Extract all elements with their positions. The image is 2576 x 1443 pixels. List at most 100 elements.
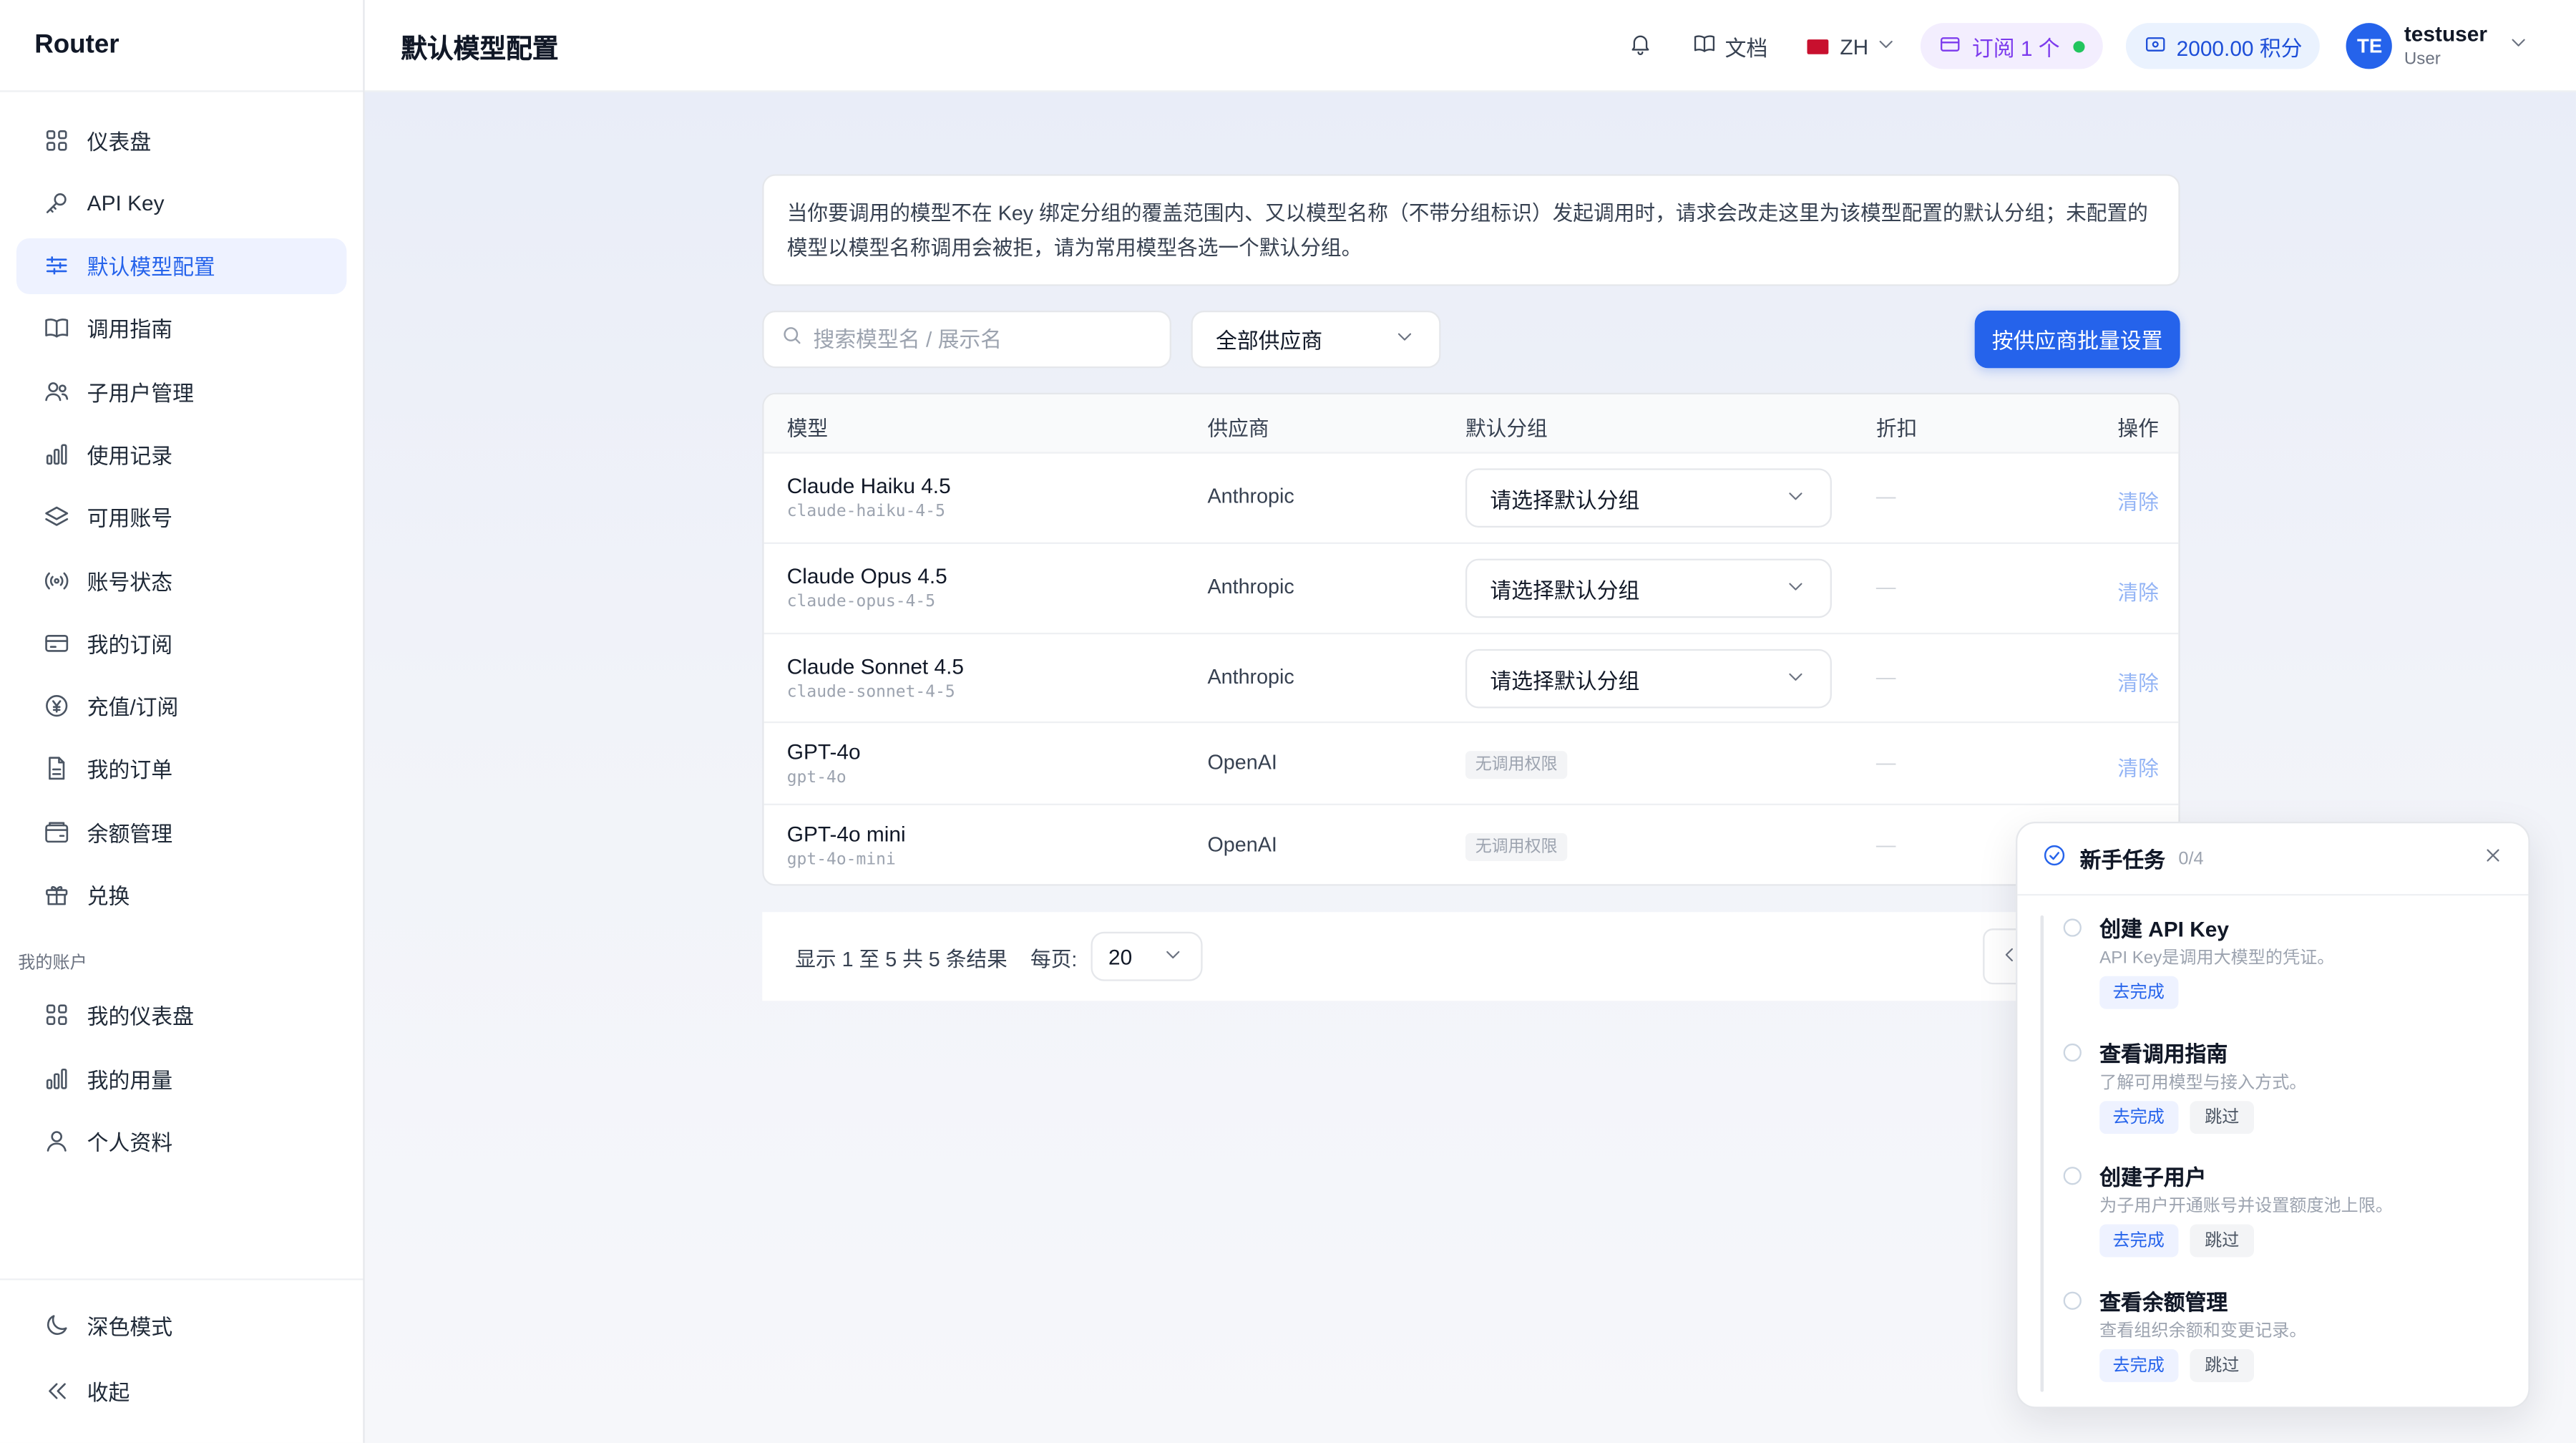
docs-link[interactable]: 文档 [1692,30,1768,62]
vendor-name: Anthropic [1207,665,1294,689]
language-label: ZH [1840,34,1869,59]
double-chevron-left-icon [41,1376,70,1405]
docs-label: 文档 [1724,35,1768,60]
user-name: testuser [2404,21,2487,47]
user-menu[interactable]: testuser User [2404,22,2487,70]
sidebar-item-label: 充值/订阅 [87,695,179,720]
sidebar-item-sub-users[interactable]: 子用户管理 [16,364,346,419]
tasks-header: 新手任务 0/4 [2017,823,2529,896]
sidebar-item-dashboard[interactable]: 仪表盘 [16,112,346,167]
default-group-select[interactable]: 请选择默认分组 [1465,468,1832,528]
points-badge[interactable]: 2000.00 积分 [2125,23,2321,69]
model-id: claude-haiku-4-5 [786,502,945,521]
sidebar-item-call-guide[interactable]: 调用指南 [16,301,346,356]
search-input[interactable] [813,326,1142,352]
clear-button[interactable]: 清除 [2117,666,2158,697]
sidebar-item-label: 个人资料 [87,1130,173,1155]
close-icon[interactable] [2482,845,2504,874]
go-complete-button[interactable]: 去完成 [2099,1349,2178,1382]
sidebar-item-usage-log[interactable]: 使用记录 [16,427,346,482]
default-group-value: 请选择默认分组 [1490,668,1640,693]
column-header-discount: 折扣 [1875,417,1918,441]
subscription-badge[interactable]: 订阅 1 个 [1921,23,2103,69]
task-status-circle[interactable] [2063,1291,2082,1310]
column-header-default-group: 默认分组 [1465,417,1548,441]
vendor-filter-value: 全部供应商 [1215,329,1323,354]
skip-button[interactable]: 跳过 [2190,1224,2254,1258]
table-row: Claude Haiku 4.5 claude-haiku-4-5 Anthro… [763,454,2179,544]
task-status-circle[interactable] [2063,1167,2082,1185]
dark-mode-label: 深色模式 [87,1313,173,1339]
sliders-icon [41,251,70,280]
brand-logo[interactable]: Router [0,0,364,92]
table-row: Claude Sonnet 4.5 claude-sonnet-4-5 Anth… [763,634,2179,724]
sidebar-item-label: 子用户管理 [87,380,194,406]
sidebar-item-recharge[interactable]: 充值/订阅 [16,678,346,734]
model-id: gpt-4o-mini [786,851,896,870]
default-group-value: 请选择默认分组 [1490,487,1640,512]
model-table: 模型 供应商 默认分组 折扣 操作 Claude Haiku 4.5 claud… [762,392,2180,886]
vendor-name: OpenAI [1207,751,1277,774]
dark-mode-toggle[interactable]: 深色模式 [16,1296,346,1352]
sidebar-item-account-status[interactable]: 账号状态 [16,553,346,608]
search-icon [781,324,804,355]
no-permission-badge: 无调用权限 [1465,751,1568,779]
sidebar-item-label: 账号状态 [87,569,173,595]
sidebar-item-my-subscription[interactable]: 我的订阅 [16,616,346,671]
sidebar-item-my-orders[interactable]: 我的订单 [16,741,346,797]
chevron-down-icon[interactable] [2507,30,2530,62]
default-group-select[interactable]: 请选择默认分组 [1465,558,1832,618]
book-icon [41,314,70,343]
model-name: Claude Opus 4.5 [786,563,947,588]
sidebar-item-my-usage[interactable]: 我的用量 [16,1050,346,1106]
sidebar-item-label: 仪表盘 [87,129,152,154]
onboarding-tasks-panel: 新手任务 0/4 创建 API Key API Key是调用大模型的凭证。 去完… [2016,821,2530,1409]
sidebar-item-profile[interactable]: 个人资料 [16,1113,346,1169]
column-header-action: 操作 [2117,417,2159,441]
check-circle-icon [2042,842,2067,875]
notifications-button[interactable] [1628,31,1652,61]
skip-button[interactable]: 跳过 [2190,1349,2254,1382]
go-complete-button[interactable]: 去完成 [2099,1101,2178,1135]
discount-value: — [1875,485,1896,508]
default-group-select[interactable]: 请选择默认分组 [1465,648,1832,709]
table-row: GPT-4o mini gpt-4o-mini OpenAI 无调用权限 — [764,805,2179,884]
sidebar-item-api-key[interactable]: API Key [16,175,346,230]
sidebar-item-label: 我的仪表盘 [87,1004,194,1030]
per-page-select[interactable]: 20 [1090,931,1202,981]
task-status-circle[interactable] [2063,1043,2082,1062]
sidebar-item-label: 默认模型配置 [87,255,215,280]
skip-button[interactable]: 跳过 [2190,1101,2254,1135]
table-header: 模型 供应商 默认分组 折扣 操作 [763,394,2179,454]
go-complete-button[interactable]: 去完成 [2099,1224,2178,1258]
bell-icon [1628,31,1652,61]
batch-set-by-vendor-button[interactable]: 按供应商批量设置 [1974,310,2180,369]
sidebar-item-label: 可用账号 [87,506,173,532]
sidebar-item-available-accounts[interactable]: 可用账号 [16,490,346,545]
sidebar-item-label: 使用记录 [87,443,173,469]
vendor-filter-select[interactable]: 全部供应商 [1191,310,1441,369]
sidebar-item-default-model-config[interactable]: 默认模型配置 [16,237,347,294]
no-permission-badge: 无调用权限 [1465,833,1568,862]
search-box[interactable] [762,310,1171,369]
discount-value: — [1875,751,1896,774]
per-page-label: 每页: [1030,947,1078,971]
task-status-circle[interactable] [2063,918,2082,937]
account-nav: 我的仪表盘 我的用量 个人资料 [0,988,363,1170]
sidebar-item-label: 兑换 [87,884,130,909]
collapse-sidebar-button[interactable]: 收起 [16,1362,346,1418]
task-description: 查看组织余额和变更记录。 [2099,1321,2307,1341]
sidebar-item-my-dashboard[interactable]: 我的仪表盘 [16,988,346,1044]
avatar[interactable]: TE [2346,23,2393,69]
clear-button[interactable]: 清除 [2117,575,2158,607]
go-complete-button[interactable]: 去完成 [2099,976,2178,1009]
points-label: 2000.00 积分 [2176,35,2303,60]
sidebar-item-redeem[interactable]: 兑换 [16,867,346,923]
clear-button[interactable]: 清除 [2117,485,2158,516]
language-switcher[interactable]: ZH [1807,32,1898,60]
sidebar-item-balance[interactable]: 余额管理 [16,804,346,860]
clear-button[interactable]: 清除 [2117,751,2158,782]
model-id: claude-opus-4-5 [786,593,936,612]
task-description: 为子用户开通账号并设置额度池上限。 [2099,1196,2393,1216]
bar-chart-icon [41,1064,70,1093]
